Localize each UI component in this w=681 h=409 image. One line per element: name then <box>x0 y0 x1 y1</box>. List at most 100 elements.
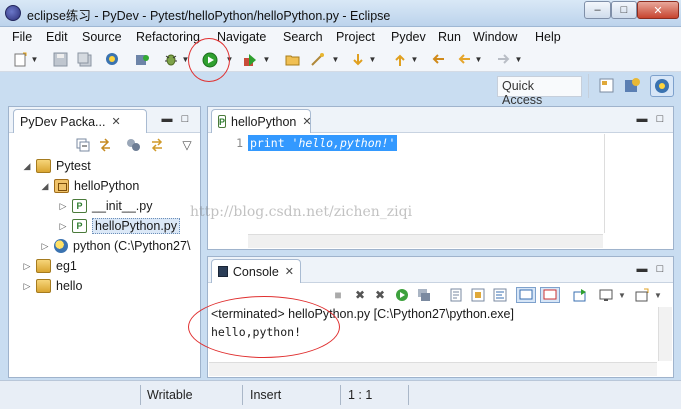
menu-navigate[interactable]: Navigate <box>217 30 266 44</box>
java-perspective-icon[interactable] <box>622 76 642 96</box>
external-tools-dropdown-arrow-icon[interactable]: ▼ <box>263 54 271 64</box>
line-number-gutter: 1 <box>209 134 247 233</box>
display-console-dropdown-arrow-icon[interactable]: ▼ <box>614 287 630 303</box>
console-tab[interactable]: Console ✕ <box>211 259 301 283</box>
tree-toggle-icon[interactable]: ▷ <box>40 241 50 252</box>
editor-tab-hellopython[interactable]: P helloPython ✕ <box>211 109 312 133</box>
external-tools-icon[interactable] <box>242 51 259 68</box>
maximize-view-icon[interactable]: □ <box>179 113 191 125</box>
run-icon[interactable] <box>201 51 218 68</box>
tree-toggle-icon[interactable]: ▷ <box>58 201 68 212</box>
close-tab-icon[interactable]: ✕ <box>285 265 294 278</box>
open-folder-icon[interactable] <box>284 51 301 68</box>
maximize-button[interactable]: □ <box>611 1 637 19</box>
wand-dropdown-arrow-icon[interactable]: ▼ <box>332 54 340 64</box>
project-icon <box>36 159 51 173</box>
sync-icon[interactable] <box>149 137 165 153</box>
minimize-button[interactable]: – <box>584 1 611 19</box>
tree-node-eg1[interactable]: ▷ eg1 <box>22 256 77 276</box>
view-menu-icon[interactable]: ▽ <box>179 137 195 153</box>
tree-node-hellopython-py[interactable]: ▷ P helloPython.py <box>58 216 181 236</box>
relaunch-icon[interactable] <box>394 287 410 303</box>
editor-horizontal-scrollbar[interactable] <box>248 234 603 248</box>
maximize-view-icon[interactable]: □ <box>654 113 666 125</box>
package-explorer-tab[interactable]: PyDev Packa... ✕ <box>13 109 147 133</box>
run-dropdown-arrow-icon[interactable]: ▼ <box>226 54 234 64</box>
menu-file[interactable]: File <box>12 30 32 44</box>
link-with-editor-icon[interactable] <box>97 137 113 153</box>
tree-toggle-icon[interactable]: ▷ <box>58 221 68 232</box>
quick-access-field[interactable]: Quick Access <box>497 76 582 107</box>
terminate-icon[interactable]: ■ <box>330 287 346 303</box>
back-icon[interactable] <box>455 51 472 68</box>
menu-window[interactable]: Window <box>473 30 517 44</box>
tree-node-python-interpreter[interactable]: ▷ python (C:\Python27\ <box>40 236 190 256</box>
selected-code[interactable]: print 'hello,python!' <box>248 135 398 151</box>
python-module-icon[interactable] <box>104 51 121 68</box>
menu-edit[interactable]: Edit <box>46 30 68 44</box>
scroll-lock-icon[interactable] <box>470 287 486 303</box>
show-on-stderr-icon[interactable] <box>540 287 560 303</box>
menu-search[interactable]: Search <box>283 30 323 44</box>
console-layers-icon[interactable] <box>416 287 432 303</box>
next-annotation-icon[interactable] <box>349 51 366 68</box>
open-console-dropdown-arrow-icon[interactable]: ▼ <box>650 287 666 303</box>
status-separator <box>340 385 341 405</box>
console-vertical-scrollbar[interactable] <box>658 307 672 361</box>
minimize-view-icon[interactable]: ▬ <box>161 113 173 125</box>
python-file-icon: P <box>72 219 87 233</box>
menu-help[interactable]: Help <box>535 30 561 44</box>
remove-all-terminated-icon[interactable]: ✖ <box>372 287 388 303</box>
pydev-perspective-button[interactable] <box>650 75 674 97</box>
filters-icon[interactable] <box>125 137 141 153</box>
open-perspective-icon[interactable] <box>134 51 151 68</box>
save-icon[interactable] <box>52 51 69 68</box>
word-wrap-icon[interactable] <box>492 287 508 303</box>
remove-launch-icon[interactable]: ✖ <box>352 287 368 303</box>
menu-pydev[interactable]: Pydev <box>391 30 426 44</box>
last-edit-icon[interactable] <box>429 51 446 68</box>
forward-dropdown-arrow-icon[interactable]: ▼ <box>515 54 523 64</box>
menu-run[interactable]: Run <box>438 30 461 44</box>
tree-toggle-icon[interactable]: ◢ <box>40 181 50 192</box>
clear-console-icon[interactable] <box>448 287 464 303</box>
open-perspective-button-icon[interactable] <box>598 77 615 94</box>
back-dropdown-arrow-icon[interactable]: ▼ <box>475 54 483 64</box>
close-window-button[interactable]: ✕ <box>637 1 679 19</box>
maximize-view-icon[interactable]: □ <box>654 263 666 275</box>
tree-toggle-icon[interactable]: ◢ <box>22 161 32 172</box>
display-console-icon[interactable] <box>598 287 614 303</box>
tree-node-pytest[interactable]: ◢ Pytest <box>22 156 91 176</box>
new-icon[interactable] <box>12 51 29 68</box>
minimize-view-icon[interactable]: ▬ <box>636 113 648 125</box>
new-dropdown-arrow-icon[interactable]: ▼ <box>31 54 39 64</box>
debug-dropdown-arrow-icon[interactable]: ▼ <box>182 54 190 64</box>
tree-label: helloPython.py <box>92 218 181 234</box>
previous-annotation-icon[interactable] <box>391 51 408 68</box>
open-console-icon[interactable] <box>634 287 650 303</box>
tree-node-hello[interactable]: ▷ hello <box>22 276 82 296</box>
menu-project[interactable]: Project <box>336 30 375 44</box>
forward-icon[interactable] <box>495 51 512 68</box>
code-line[interactable]: print 'hello,python!' <box>248 135 608 152</box>
close-tab-icon[interactable]: ✕ <box>111 115 120 128</box>
console-horizontal-scrollbar[interactable] <box>209 362 657 376</box>
save-all-icon[interactable] <box>76 51 93 68</box>
show-on-stdout-icon[interactable] <box>516 287 536 303</box>
tree-toggle-icon[interactable]: ▷ <box>22 261 32 272</box>
wand-icon[interactable] <box>309 51 326 68</box>
minimize-view-icon[interactable]: ▬ <box>636 263 648 275</box>
tree-node-init-py[interactable]: ▷ P __init__.py <box>58 196 152 216</box>
menu-source[interactable]: Source <box>82 30 122 44</box>
previous-annotation-dropdown-arrow-icon[interactable]: ▼ <box>411 54 419 64</box>
tree-toggle-icon[interactable]: ▷ <box>22 281 32 292</box>
console-status-line: <terminated> helloPython.py [C:\Python27… <box>211 307 514 321</box>
pin-console-icon[interactable] <box>572 287 588 303</box>
status-writable: Writable <box>147 388 193 402</box>
close-tab-icon[interactable]: ✕ <box>302 115 311 128</box>
debug-icon[interactable] <box>163 51 180 68</box>
collapse-all-icon[interactable] <box>75 137 91 153</box>
tree-node-hellopython-package[interactable]: ◢ helloPython <box>40 176 139 196</box>
menu-refactoring[interactable]: Refactoring <box>136 30 200 44</box>
next-annotation-dropdown-arrow-icon[interactable]: ▼ <box>369 54 377 64</box>
